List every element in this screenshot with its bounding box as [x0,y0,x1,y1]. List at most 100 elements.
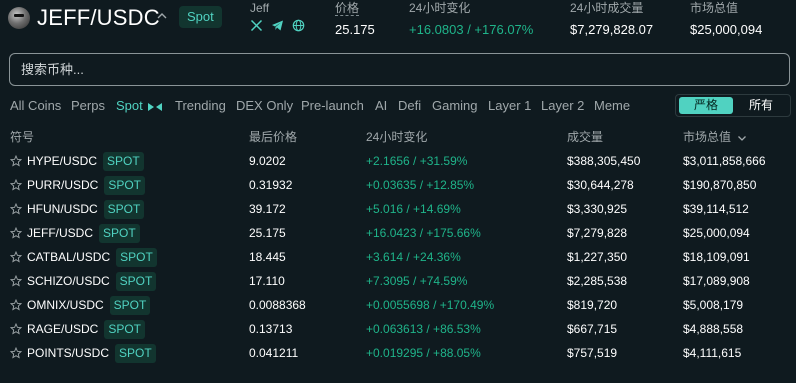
strict-all-toggle: 严格 所有 [675,94,791,117]
spot-badge: SPOT [99,224,140,244]
pair-name: PURR/USDC [27,178,99,192]
table-row[interactable]: SCHIZO/USDC SPOT 17.110 +7.3095 / +74.59% $2… [0,269,796,293]
spot-badge: SPOT [115,344,156,364]
table-row[interactable]: HYPE/USDC SPOT 9.0202 +2.1656 / +31.59% $388… [0,149,796,173]
category-filter-bar: All Coins Perps Spot Trending DEX Only P… [0,96,670,116]
star-icon[interactable] [10,179,22,191]
last-price: 0.041211 [249,346,299,360]
last-price: 39.172 [249,202,286,216]
volume-24h-value: $7,279,828.07 [570,22,654,37]
coin-search [9,53,790,86]
star-icon[interactable] [10,251,22,263]
volume-24h-stat: 24小时成交量 $7,279,828.07 [570,0,653,40]
sort-chevron-down-icon [738,135,747,141]
col-market-cap-label: 市场总值 [683,130,732,144]
filter-meme[interactable]: Meme [594,96,630,116]
volume: $757,519 [567,346,618,360]
star-icon[interactable] [10,347,22,359]
col-last-price[interactable]: 最后价格 [249,128,297,146]
market-cap: $190,870,850 [683,178,757,192]
pair-cell: HYPE/USDC SPOT [27,149,144,173]
spot-badge: SPOT [104,176,146,196]
star-icon[interactable] [10,323,22,335]
market-type-tag: Spot [179,6,222,28]
star-icon[interactable] [10,275,22,287]
social-links [250,19,305,32]
market-cap-stat: 市场总值 $25,000,094 [690,0,762,40]
market-cap: $18,109,091 [683,250,750,264]
col-volume[interactable]: 成交量 [567,128,603,146]
table-row[interactable]: OMNIX/USDC SPOT 0.0088368 +0.0055698 / +170… [0,293,796,317]
filter-trending[interactable]: Trending [175,96,226,116]
filter-spot[interactable]: Spot [116,96,163,116]
volume: $667,715 [567,322,618,336]
search-input[interactable] [10,54,789,85]
col-market-cap[interactable]: 市场总值 [683,128,747,146]
filter-all-coins[interactable]: All Coins [10,96,61,116]
filter-pre-launch[interactable]: Pre-launch [301,96,364,116]
spot-badge: SPOT [116,248,157,268]
x-twitter-icon[interactable] [250,19,263,32]
table-row[interactable]: PURR/USDC SPOT 0.31932 +0.03635 / +12.85% $3… [0,173,796,197]
filter-dex-only[interactable]: DEX Only [236,96,293,116]
market-cap: $25,000,094 [683,226,750,240]
pair-name: OMNIX/USDC [27,298,104,312]
change-24h-value: +16.0803 / +176.07% [409,22,534,37]
pair-selector-title[interactable]: JEFF/USDC [37,5,160,31]
table-row[interactable]: JEFF/USDC SPOT 25.175 +16.0423 / +175.66% $7… [0,221,796,245]
spot-badge: SPOT [109,296,151,316]
chevron-up-icon[interactable] [156,10,168,22]
filter-defi[interactable]: Defi [398,96,421,116]
token-name-block: Jeff [250,0,269,16]
pair-cell: SCHIZO/USDC SPOT [27,269,157,293]
market-cap-label: 市场总值 [690,1,739,15]
last-price: 0.13713 [249,322,293,336]
market-cap: $4,888,558 [683,322,744,336]
pair-cell: PURR/USDC SPOT [27,173,146,197]
change-24h: +0.063613 / +86.53% [366,322,481,336]
star-icon[interactable] [10,155,22,167]
table-row[interactable]: CATBAL/USDC SPOT 18.445 +3.614 / +24.36% $1,… [0,245,796,269]
market-cap: $3,011,858,666 [683,154,766,168]
pair-cell: HFUN/USDC SPOT [27,197,145,221]
toggle-all[interactable]: 所有 [734,97,788,114]
globe-icon[interactable] [292,19,305,32]
filter-ai[interactable]: AI [375,96,387,116]
star-icon[interactable] [10,227,22,239]
star-icon[interactable] [10,203,22,215]
toggle-strict[interactable]: 严格 [679,97,733,114]
telegram-icon[interactable] [271,19,284,32]
volume: $3,330,925 [567,202,628,216]
change-24h: +0.0055698 / +170.49% [366,298,495,312]
change-24h: +2.1656 / +31.59% [366,154,468,168]
table-row[interactable]: HFUN/USDC SPOT 39.172 +5.016 / +14.69% $3,33… [0,197,796,221]
filter-layer-1[interactable]: Layer 1 [488,96,531,116]
pair-cell: POINTS/USDC SPOT [27,341,156,365]
change-24h-stat: 24小时变化 +16.0803 / +176.07% [409,0,533,40]
spot-badge: SPOT [103,200,145,220]
last-price: 18.445 [249,250,286,264]
spot-badge: SPOT [115,272,157,292]
change-24h-label: 24小时变化 [409,1,471,15]
col-change-24h[interactable]: 24小时变化 [366,128,427,146]
table-header: 符号 最后价格 24小时变化 成交量 市场总值 [0,128,796,146]
market-table-body: HYPE/USDC SPOT 9.0202 +2.1656 / +31.59% $388… [0,149,796,365]
price-stat: 价格 25.175 [335,0,375,40]
col-symbol[interactable]: 符号 [10,128,34,146]
volume-24h-label: 24小时成交量 [570,1,644,15]
table-row[interactable]: POINTS/USDC SPOT 0.041211 +0.019295 / +88.0… [0,341,796,365]
change-24h: +0.019295 / +88.05% [366,346,481,360]
change-24h: +0.03635 / +12.85% [366,178,475,192]
volume: $2,285,538 [567,274,628,288]
star-icon[interactable] [10,299,22,311]
market-cap: $5,008,179 [683,298,744,312]
filter-layer-2[interactable]: Layer 2 [541,96,584,116]
change-24h: +16.0423 / +175.66% [366,226,481,240]
market-cap-value: $25,000,094 [690,22,763,37]
filter-perps[interactable]: Perps [71,96,105,116]
market-cap: $39,114,512 [683,202,749,216]
table-row[interactable]: RAGE/USDC SPOT 0.13713 +0.063613 / +86.53% $… [0,317,796,341]
filter-gaming[interactable]: Gaming [432,96,478,116]
pair-name: POINTS/USDC [27,346,110,360]
last-price: 9.0202 [249,154,286,168]
